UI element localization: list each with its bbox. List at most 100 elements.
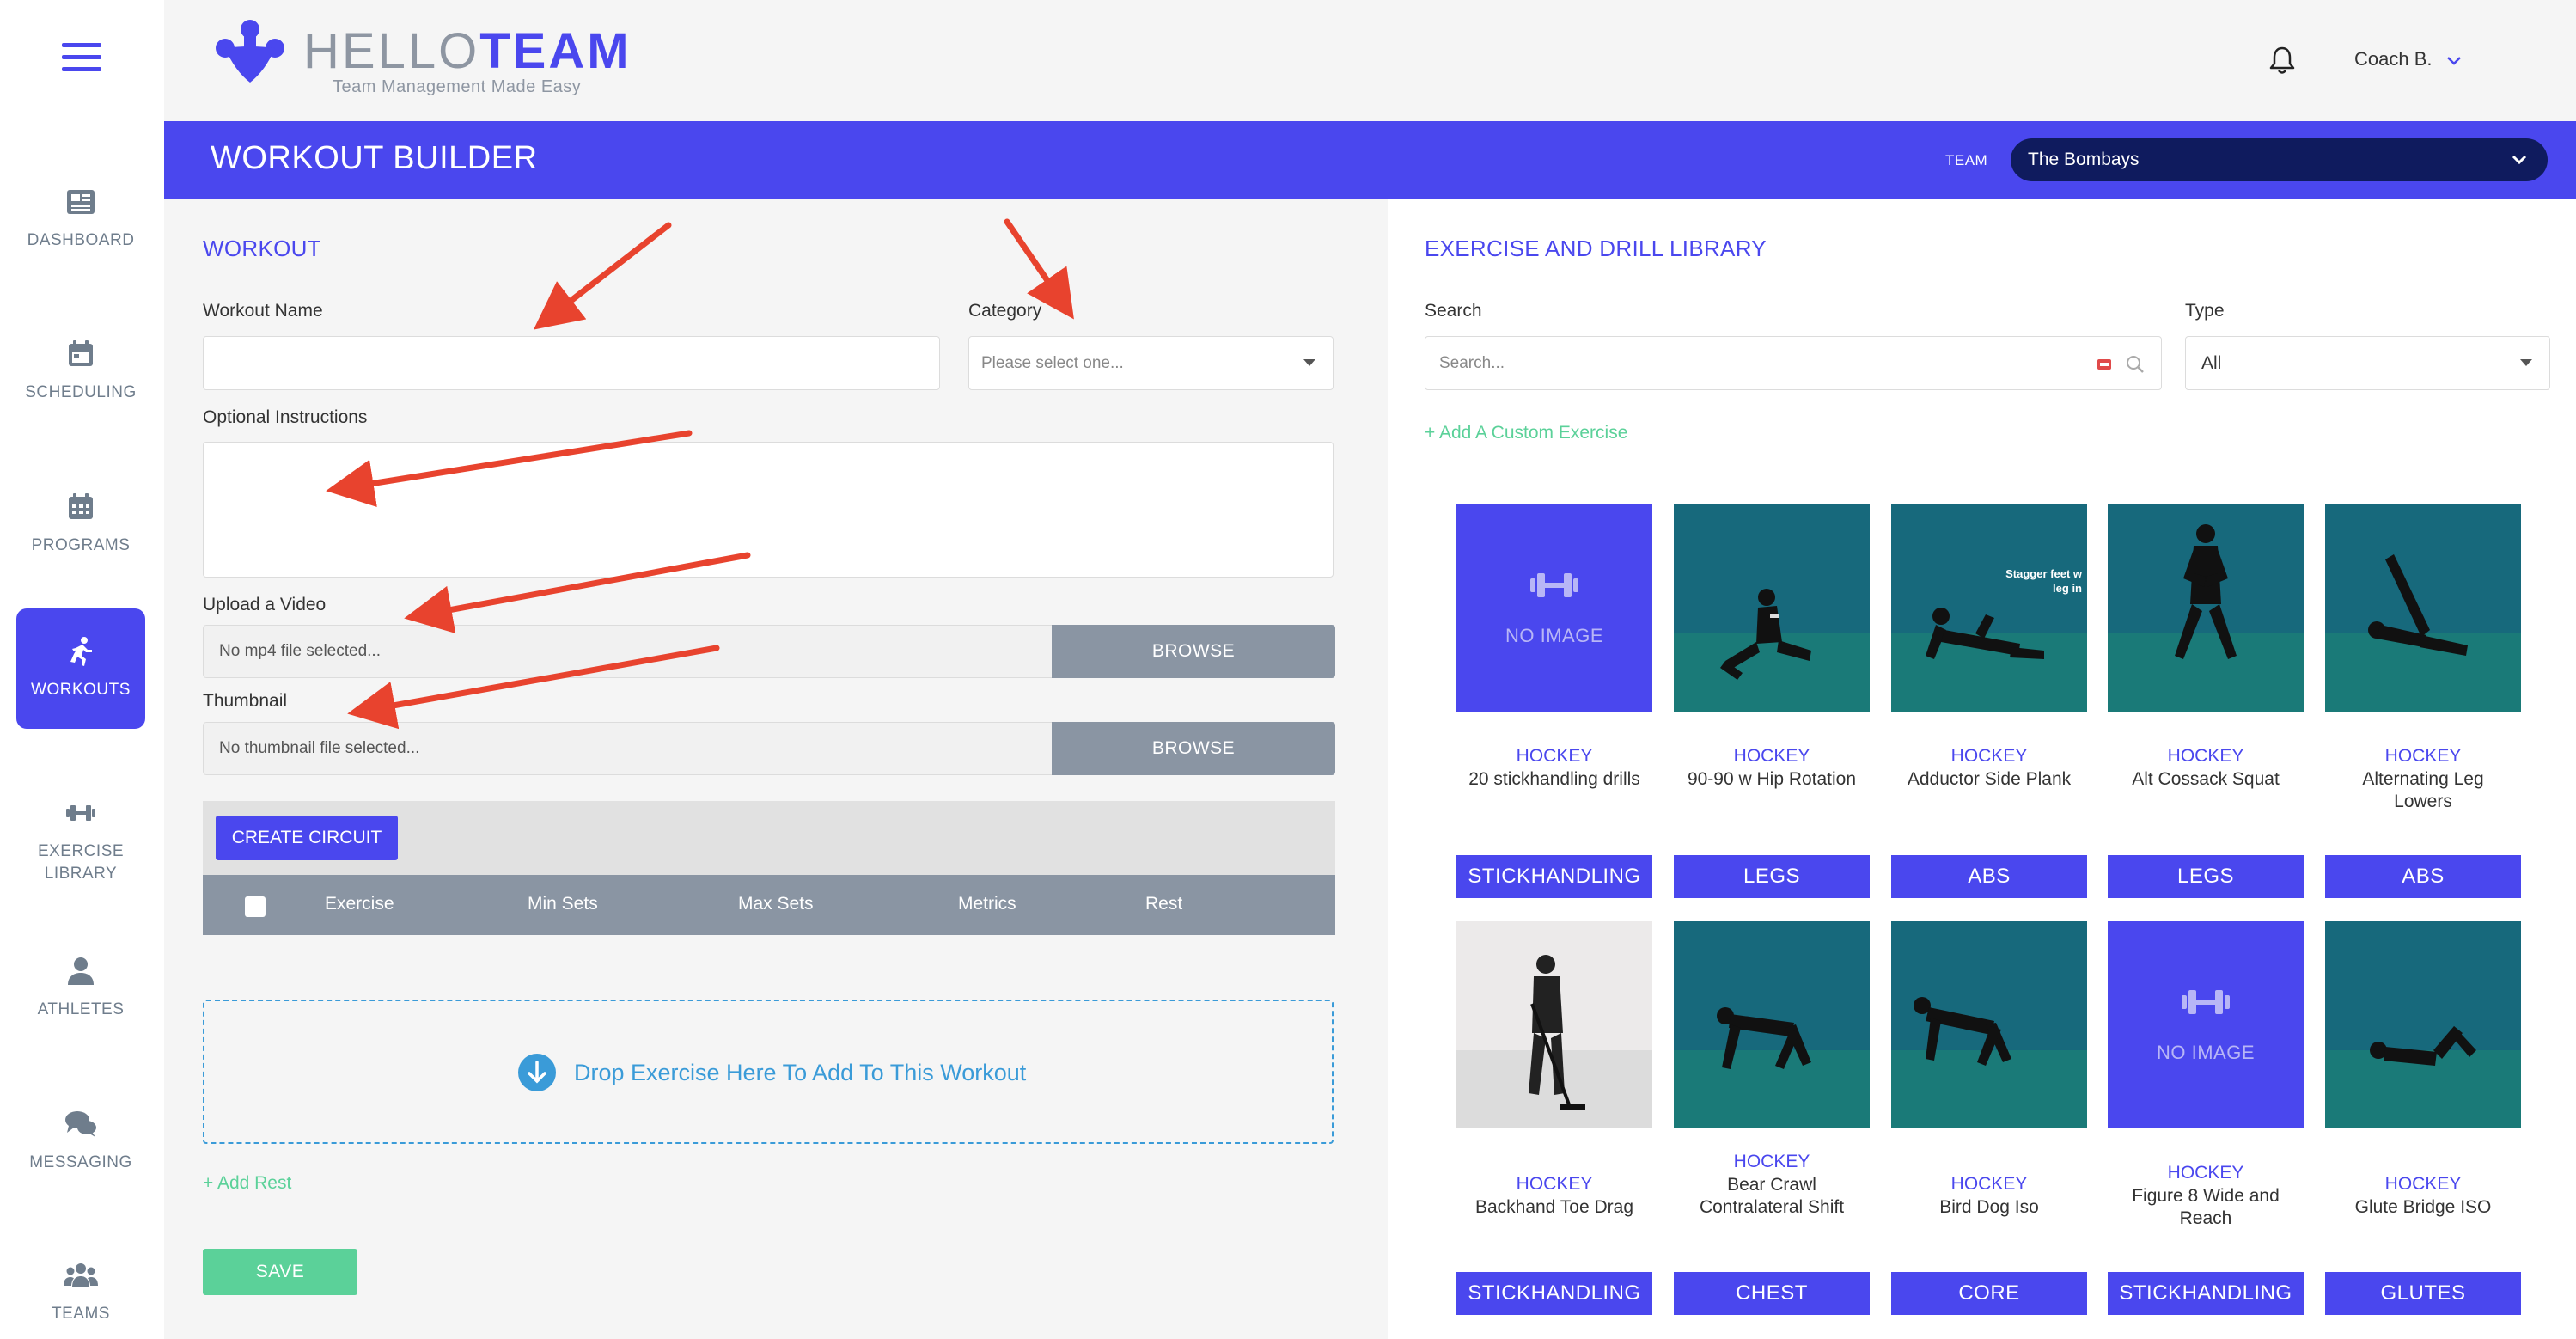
team-label: TEAM (1945, 152, 1988, 168)
arrow-workout-name (533, 222, 672, 330)
exercise-tag: STICKHANDLING (2108, 1272, 2304, 1315)
sidebar-item-label: ATHLETES (37, 1000, 125, 1018)
search-label: Search (1425, 301, 1482, 321)
exercise-thumbnail (1674, 504, 1870, 712)
running-icon (64, 634, 98, 669)
sidebar-item-programs[interactable]: PROGRAMS (16, 464, 145, 584)
exercise-tag: ABS (1891, 855, 2087, 898)
category-select[interactable]: Please select one... (968, 336, 1334, 390)
create-circuit-button[interactable]: CREATE CIRCUIT (216, 816, 398, 860)
sidebar-item-scheduling[interactable]: SCHEDULING (16, 311, 145, 431)
exercise-card[interactable]: NO IMAGE HOCKEY Figure 8 Wide and Reach … (2108, 921, 2304, 1315)
exercise-tag: LEGS (2108, 855, 2304, 898)
exercise-card[interactable]: Stagger feet w leg in HOCKEY Adductor Sid… (1891, 504, 2087, 898)
workout-name-input[interactable] (203, 336, 940, 390)
exercise-category: HOCKEY (2167, 746, 2244, 766)
exercise-card[interactable]: HOCKEY 90-90 w Hip Rotation LEGS (1674, 504, 1870, 898)
chevron-down-icon[interactable] (2444, 50, 2464, 70)
workout-section-title: WORKOUT (203, 235, 321, 261)
thumbnail-file-row: No thumbnail file selected... BROWSE (203, 722, 1335, 775)
arrow-category (1004, 218, 1074, 320)
thumbnail-label: Thumbnail (203, 691, 288, 711)
sidebar-item-label: TEAMS (52, 1305, 110, 1323)
type-label: Type (2185, 301, 2225, 321)
calendar-grid-icon (64, 490, 98, 524)
sidebar-item-teams[interactable]: TEAMS (16, 1232, 145, 1339)
no-image-text: NO IMAGE (1505, 625, 1603, 646)
sidebar-item-label: DASHBOARD (27, 231, 135, 249)
exercise-name: Backhand Toe Drag (1474, 1197, 1634, 1217)
exercise-category: HOCKEY (2384, 1174, 2462, 1194)
thumbnail-caption: Stagger feet w leg in (2005, 567, 2082, 595)
search-input[interactable]: Search... (1425, 336, 2162, 390)
sidebar-item-label: MESSAGING (29, 1153, 132, 1171)
logo-tagline: Team Management Made Easy (333, 77, 582, 96)
title-bar: WORKOUT BUILDER TEAM The Bombays (164, 121, 2576, 199)
select-all-checkbox[interactable] (245, 896, 266, 917)
exercise-card[interactable]: HOCKEY Glute Bridge ISO GLUTES (2325, 921, 2521, 1315)
exercise-category: HOCKEY (1516, 1174, 1593, 1194)
user-menu-name[interactable]: Coach B. (2354, 48, 2433, 70)
chevron-down-icon (2512, 155, 2527, 165)
sidebar-item-dashboard[interactable]: DASHBOARD (16, 159, 145, 279)
exercise-thumbnail (1456, 921, 1652, 1128)
exercise-drop-zone[interactable]: Drop Exercise Here To Add To This Workou… (203, 1000, 1334, 1144)
exercise-thumbnail: NO IMAGE (1456, 504, 1652, 712)
menu-icon[interactable] (62, 43, 101, 77)
workout-name-label: Workout Name (203, 301, 323, 321)
exercise-card[interactable]: HOCKEY Backhand Toe Drag STICKHANDLING (1456, 921, 1652, 1315)
exercise-thumbnail (2108, 504, 2304, 712)
team-select-value: The Bombays (2028, 150, 2140, 169)
exercise-card[interactable]: HOCKEY Bear Crawl Contralateral Shift CH… (1674, 921, 1870, 1315)
exercise-name: Alternating Leg Lowers (2362, 769, 2484, 811)
circuit-table-header: Exercise Min Sets Max Sets Metrics Rest (203, 875, 1335, 935)
exercise-category: HOCKEY (1733, 1152, 1810, 1171)
no-image-text: NO IMAGE (2156, 1042, 2255, 1063)
category-label: Category (968, 301, 1042, 321)
exercise-card[interactable]: NO IMAGE HOCKEY 20 stickhandling drills … (1456, 504, 1652, 898)
sidebar-item-label: PROGRAMS (31, 536, 131, 554)
add-custom-exercise-link[interactable]: + Add A Custom Exercise (1425, 423, 1627, 443)
save-button[interactable]: SAVE (203, 1249, 357, 1295)
sidebar-item-messaging[interactable]: MESSAGING (16, 1081, 145, 1201)
instructions-textarea[interactable] (203, 442, 1334, 578)
exercise-category: HOCKEY (1950, 1174, 2028, 1194)
exercise-name: Figure 8 Wide and Reach (2132, 1186, 2280, 1228)
exercise-thumbnail (2325, 921, 2521, 1128)
top-header: HELLOTEAM Team Management Made Easy Coac… (164, 0, 2576, 121)
instructions-label: Optional Instructions (203, 407, 368, 427)
exercise-category: HOCKEY (2384, 746, 2462, 766)
bell-icon[interactable] (2267, 45, 2298, 76)
exercise-tag: GLUTES (2325, 1272, 2521, 1315)
sidebar-item-athletes[interactable]: ATHLETES (16, 928, 145, 1049)
caret-down-icon (1303, 359, 1315, 366)
add-rest-link[interactable]: + Add Rest (203, 1173, 291, 1194)
exercise-tag: ABS (2325, 855, 2521, 898)
team-select[interactable]: The Bombays (2011, 138, 2548, 181)
thumbnail-file-text: No thumbnail file selected... (203, 722, 1052, 775)
column-header-exercise: Exercise (325, 894, 394, 914)
exercise-name: Bear Crawl Contralateral Shift (1699, 1175, 1845, 1217)
video-browse-button[interactable]: BROWSE (1052, 625, 1335, 678)
users-icon (64, 1258, 98, 1293)
thumbnail-browse-button[interactable]: BROWSE (1052, 722, 1335, 775)
category-select-placeholder: Please select one... (981, 354, 1124, 372)
exercise-thumbnail: Stagger feet w leg in (1891, 504, 2087, 712)
exercise-category: HOCKEY (1733, 746, 1810, 766)
exercise-name: Bird Dog Iso (1939, 1197, 2039, 1217)
type-select-value: All (2201, 353, 2222, 373)
exercise-thumbnail (1891, 921, 2087, 1128)
sidebar-item-exercise-library[interactable]: EXERCISE LIBRARY (16, 770, 145, 890)
exercise-card[interactable]: HOCKEY Alt Cossack Squat LEGS (2108, 504, 2304, 898)
exercise-tag: LEGS (1674, 855, 1870, 898)
exercise-thumbnail (1674, 921, 1870, 1128)
exercise-name: 90-90 w Hip Rotation (1687, 769, 1857, 789)
logo-wordmark: HELLOTEAM (303, 23, 632, 79)
circuit-panel: CREATE CIRCUIT Exercise Min Sets Max Set… (203, 801, 1335, 935)
sidebar-item-workouts[interactable]: WORKOUTS (16, 608, 145, 729)
exercise-card[interactable]: HOCKEY Bird Dog Iso CORE (1891, 921, 2087, 1315)
type-select[interactable]: All (2185, 336, 2550, 390)
drop-zone-text: Drop Exercise Here To Add To This Workou… (574, 1060, 1027, 1085)
exercise-card[interactable]: HOCKEY Alternating Leg Lowers ABS (2325, 504, 2521, 898)
column-header-max-sets: Max Sets (738, 894, 814, 914)
